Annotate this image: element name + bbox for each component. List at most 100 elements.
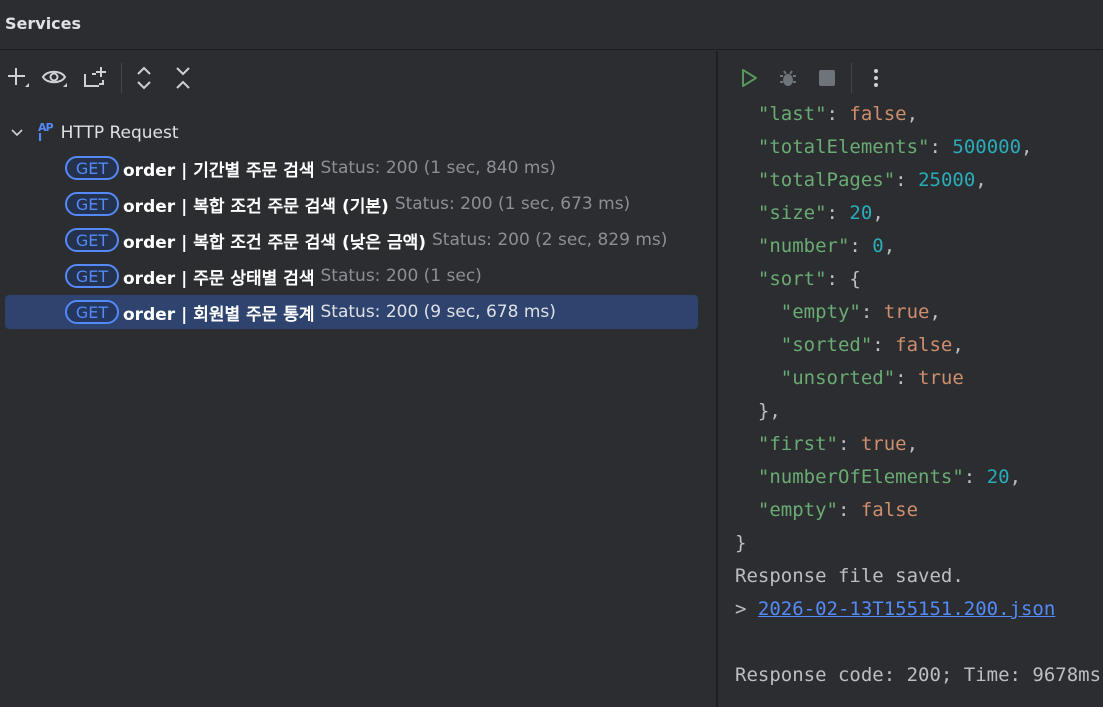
json-value: 500000: [952, 136, 1022, 158]
request-status: Status: 200 (1 sec, 840 ms): [320, 158, 556, 178]
json-key: "first": [757, 433, 838, 455]
json-value: {: [849, 268, 861, 290]
run-icon[interactable]: [734, 63, 764, 93]
json-line: },: [735, 395, 1101, 428]
json-line: "unsorted": true: [735, 362, 1101, 395]
request-row[interactable]: GET order | 기간별 주문 검색 Status: 200 (1 sec…: [5, 151, 698, 185]
toolbar-separator: [851, 63, 852, 93]
json-value: false: [849, 103, 907, 125]
json-key: "sorted": [780, 334, 873, 356]
request-name: order | 주문 상태별 검색: [123, 268, 315, 289]
services-tree-panel: AP I HTTP Request GET order | 기간별 주문 검색 S…: [0, 51, 716, 707]
json-key: "empty": [780, 301, 861, 323]
response-saved-text: Response file saved.: [735, 565, 964, 587]
request-name: order | 복합 조건 주문 검색 (기본): [123, 196, 389, 217]
json-value: 20: [986, 466, 1010, 488]
json-value: false: [895, 334, 953, 356]
api-icon: AP I: [38, 121, 54, 144]
method-badge: GET: [65, 192, 119, 216]
json-value: 25000: [918, 169, 976, 191]
json-value: 20: [849, 202, 873, 224]
json-key: "sort": [757, 268, 827, 290]
json-punct: ,: [872, 202, 884, 224]
json-value: 0: [872, 235, 884, 257]
request-name: order | 기간별 주문 검색: [123, 160, 315, 181]
request-name: order | 복합 조건 주문 검색 (낮은 금액): [123, 232, 427, 253]
json-key: "number": [757, 235, 850, 257]
request-row[interactable]: GET order | 복합 조건 주문 검색 (낮은 금액) Status: …: [5, 223, 698, 257]
expand-all-icon[interactable]: [129, 63, 159, 93]
response-panel: "last": false, "totalElements": 500000, …: [718, 51, 1103, 707]
request-row-selected[interactable]: GET order | 회원별 주문 통계 Status: 200 (9 sec…: [5, 295, 698, 329]
json-colon: :: [826, 268, 850, 290]
json-colon: :: [837, 499, 861, 521]
json-line: "numberOfElements": 20,: [735, 461, 1101, 494]
json-punct: ,: [906, 433, 919, 455]
collapse-all-icon[interactable]: [168, 63, 198, 93]
json-value: },: [757, 400, 781, 422]
method-badge: GET: [65, 228, 119, 252]
json-line: "empty": false: [735, 494, 1101, 527]
json-line: }: [735, 527, 1101, 560]
eye-icon[interactable]: [40, 63, 70, 93]
method-badge: GET: [65, 300, 119, 324]
window-title: Services: [5, 14, 82, 33]
json-colon: :: [837, 433, 861, 455]
request-status: Status: 200 (2 sec, 829 ms): [432, 230, 668, 250]
json-punct: ,: [1021, 136, 1033, 158]
json-punct: ,: [952, 334, 964, 356]
stop-icon[interactable]: [812, 63, 842, 93]
more-icon[interactable]: [861, 63, 891, 93]
json-key: "totalPages": [757, 169, 896, 191]
request-row[interactable]: GET order | 복합 조건 주문 검색 (기본) Status: 200…: [5, 187, 698, 221]
request-status: Status: 200 (1 sec): [320, 266, 482, 286]
json-line: "empty": true,: [735, 296, 1101, 329]
services-title-bar: Services: [0, 0, 1103, 50]
json-key: "empty": [757, 499, 838, 521]
method-badge: GET: [65, 264, 119, 288]
add-icon[interactable]: [3, 63, 33, 93]
json-colon: :: [849, 235, 873, 257]
toolbar-separator: [121, 63, 122, 93]
json-line: "totalElements": 500000,: [735, 131, 1101, 164]
request-row[interactable]: GET order | 주문 상태별 검색 Status: 200 (1 sec…: [5, 259, 698, 293]
json-line: "first": true,: [735, 428, 1101, 461]
request-status: Status: 200 (1 sec, 673 ms): [394, 194, 631, 214]
json-punct: ,: [906, 103, 919, 125]
json-colon: :: [929, 136, 953, 158]
json-line: "last": false,: [735, 98, 1101, 131]
debug-icon[interactable]: [773, 63, 803, 93]
json-punct: ,: [1009, 466, 1022, 488]
json-punct: ,: [929, 301, 941, 323]
json-value: false: [860, 499, 919, 521]
json-line: "sorted": false,: [735, 329, 1101, 362]
json-key: "size": [757, 202, 827, 224]
json-value: true: [883, 301, 930, 323]
json-key: "totalElements": [757, 136, 930, 158]
json-value: true: [918, 367, 964, 389]
json-line: "number": 0,: [735, 230, 1101, 263]
json-colon: :: [860, 301, 884, 323]
json-line: "sort": {: [735, 263, 1101, 296]
json-colon: :: [826, 103, 850, 125]
json-key: "last": [757, 103, 827, 125]
chevron-down-icon[interactable]: [8, 124, 26, 142]
json-key: "unsorted": [780, 367, 896, 389]
file-prefix: >: [735, 598, 758, 620]
json-value: true: [860, 433, 907, 455]
new-group-icon[interactable]: [80, 63, 110, 93]
response-body: "last": false, "totalElements": 500000, …: [735, 98, 1101, 692]
json-colon: :: [895, 367, 919, 389]
json-punct: ,: [883, 235, 896, 257]
response-file-row: > 2026-02-13T155151.200.json: [735, 593, 1101, 626]
response-file-link[interactable]: 2026-02-13T155151.200.json: [758, 598, 1055, 620]
tree-root-http-request[interactable]: AP I HTTP Request: [8, 119, 179, 147]
request-status: Status: 200 (9 sec, 678 ms): [320, 302, 556, 322]
json-line: "totalPages": 25000,: [735, 164, 1101, 197]
json-colon: :: [826, 202, 850, 224]
method-badge: GET: [65, 156, 119, 180]
json-key: "numberOfElements": [757, 466, 964, 488]
json-colon: :: [872, 334, 896, 356]
json-line: "size": 20,: [735, 197, 1101, 230]
